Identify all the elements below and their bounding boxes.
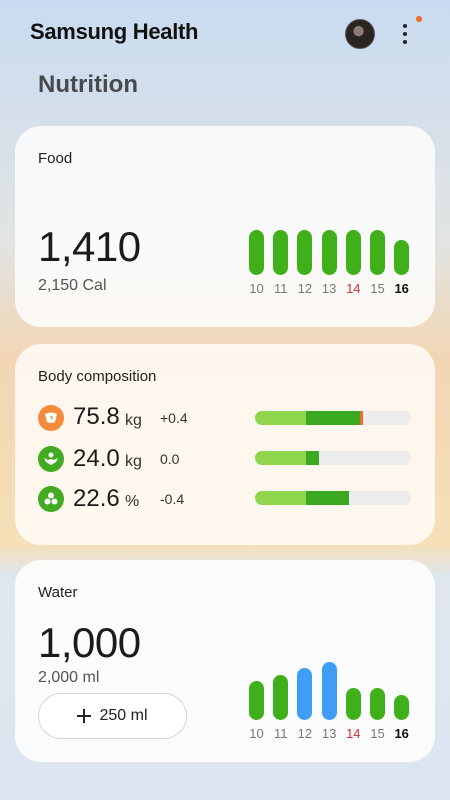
water-chart-day-label: 16 — [394, 726, 409, 741]
body-fat-delta: -0.4 — [160, 491, 185, 507]
food-chart-bar[interactable] — [345, 230, 361, 275]
body-composition-label: Body composition — [38, 368, 157, 385]
weight-bar-dark — [306, 411, 360, 425]
water-chart-bar[interactable] — [345, 688, 361, 720]
body-fat-bar — [255, 491, 411, 505]
water-intake-value: 1,000 — [38, 619, 141, 666]
more-dot-icon — [403, 32, 407, 36]
app-header: Samsung Health — [0, 0, 450, 68]
add-water-label: 250 ml — [99, 707, 148, 724]
app-title: Samsung Health — [30, 19, 199, 44]
muscle-bar — [255, 451, 411, 465]
weight-delta: +0.4 — [160, 410, 188, 426]
food-calorie-goal: 2,150 Cal — [38, 277, 107, 294]
food-chart-bar[interactable] — [273, 230, 289, 275]
muscle-unit: kg — [125, 453, 142, 470]
food-chart-bar[interactable] — [321, 230, 337, 275]
food-chart-day-label: 15 — [370, 281, 385, 296]
body-fat-icon — [38, 486, 64, 512]
water-chart-bar[interactable] — [394, 695, 410, 720]
water-card-label: Water — [38, 584, 78, 601]
food-chart-day-label: 10 — [249, 281, 264, 296]
water-chart-bar[interactable] — [273, 675, 289, 720]
food-chart-bar[interactable] — [394, 240, 410, 275]
food-chart-day-label: 16 — [394, 281, 409, 296]
water-weekly-chart[interactable]: 10 11 12 13 14 15 16 — [246, 662, 418, 742]
body-fat-unit: % — [125, 493, 140, 510]
water-chart-day-label: 11 — [273, 726, 288, 741]
water-goal: 2,000 ml — [38, 669, 100, 686]
weight-bar — [255, 411, 411, 425]
body-fat-bar-dark — [306, 491, 349, 505]
more-dot-icon — [403, 40, 407, 44]
muscle-icon — [38, 446, 64, 472]
muscle-bar-light — [255, 451, 307, 465]
food-chart-bar[interactable] — [370, 230, 385, 275]
body-fat-value: 22.6 — [73, 485, 120, 512]
water-chart-bar[interactable] — [297, 668, 313, 720]
weight-bar-marker — [359, 411, 363, 425]
water-chart-day-label: 14 — [346, 726, 361, 741]
body-fat-bar-light — [255, 491, 307, 505]
food-chart-day-label: 13 — [321, 281, 337, 296]
water-chart-day-label: 13 — [321, 726, 337, 741]
water-chart-bar[interactable] — [249, 681, 264, 720]
weight-bar-light — [255, 411, 307, 425]
more-options-button[interactable] — [396, 20, 414, 48]
muscle-delta: 0.0 — [160, 451, 180, 467]
muscle-bar-dark — [306, 451, 319, 465]
add-water-button[interactable]: 250 ml — [38, 693, 187, 739]
more-dot-icon — [403, 24, 407, 28]
food-weekly-chart[interactable]: 10 11 12 13 14 15 16 — [246, 230, 418, 302]
weight-value: 75.8 — [73, 403, 120, 430]
food-calories-value: 1,410 — [38, 223, 141, 270]
food-chart-bar[interactable] — [297, 230, 313, 275]
food-card-label: Food — [38, 150, 73, 167]
food-chart-day-label: 14 — [346, 281, 361, 296]
avatar[interactable] — [345, 19, 375, 49]
food-chart-day-label: 11 — [273, 281, 288, 296]
food-chart-bar[interactable] — [249, 230, 264, 275]
page-title: Nutrition — [38, 71, 138, 98]
water-chart-day-label: 12 — [297, 726, 313, 741]
food-chart-day-label: 12 — [297, 281, 313, 296]
water-chart-day-label: 10 — [249, 726, 264, 741]
water-card[interactable]: Water 1,000 2,000 ml 250 ml 10 11 12 13 14 15… — [15, 560, 435, 762]
weight-unit: kg — [125, 412, 142, 429]
water-chart-day-label: 15 — [370, 726, 385, 741]
muscle-value: 24.0 — [73, 445, 120, 472]
notification-badge-icon — [416, 16, 422, 22]
water-chart-bar[interactable] — [370, 688, 385, 720]
water-chart-bar[interactable] — [321, 662, 337, 720]
body-composition-card[interactable]: Body composition 75.8 kg +0.4 24.0 kg 0.… — [15, 344, 435, 545]
food-card[interactable]: Food 1,410 2,150 Cal 10 11 12 13 14 15 16 — [15, 126, 435, 327]
weight-icon — [38, 405, 64, 431]
plus-icon — [77, 709, 92, 723]
